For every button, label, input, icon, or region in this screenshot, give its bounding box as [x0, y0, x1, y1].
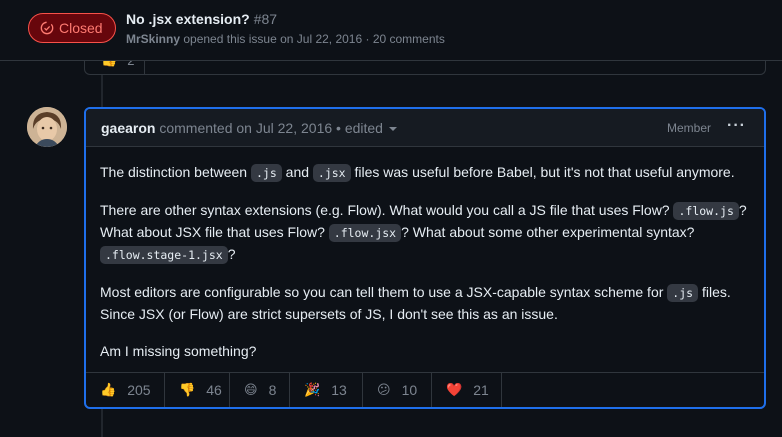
- avatar[interactable]: [27, 107, 67, 147]
- inline-code: .flow.js: [673, 202, 739, 220]
- issue-author-link[interactable]: MrSkinny: [126, 32, 180, 46]
- reaction-thumbs-up[interactable]: 👍 205: [86, 373, 165, 407]
- issue-opened-text: opened this issue on Jul 22, 2016 · 20 c…: [183, 32, 445, 46]
- inline-code: .js: [667, 284, 699, 302]
- reaction-heart[interactable]: ❤️ 21: [432, 373, 502, 407]
- inline-code: .js: [250, 164, 282, 182]
- issue-title: No .jsx extension? #87: [126, 11, 277, 27]
- comment-paragraph: Most editors are configurable so you can…: [100, 282, 750, 325]
- comment-timestamp[interactable]: commented on Jul 22, 2016: [159, 120, 332, 136]
- text: There are other syntax extensions (e.g. …: [100, 202, 674, 218]
- text: Most editors are configurable so you can…: [100, 284, 668, 300]
- comment-paragraph: The distinction between .js and .jsx fil…: [100, 162, 750, 184]
- reaction-confused[interactable]: 😕 10: [363, 373, 432, 407]
- more-options-icon[interactable]: ···: [727, 117, 746, 135]
- comment-box: gaearon commented on Jul 22, 2016 • edit…: [84, 107, 766, 409]
- reaction-count: 10: [401, 382, 418, 398]
- issue-state-label: Closed: [59, 20, 103, 36]
- reaction-count: 46: [206, 382, 222, 398]
- hooray-icon: 🎉: [304, 382, 321, 397]
- issue-state-badge: Closed: [28, 13, 116, 43]
- text: and: [281, 164, 313, 180]
- issue-meta: MrSkinny opened this issue on Jul 22, 20…: [126, 32, 445, 46]
- inline-code: .jsx: [312, 164, 351, 182]
- thumbs-up-icon: 👍: [100, 382, 117, 397]
- confused-icon: 😕: [377, 382, 391, 397]
- user-avatar-icon: [27, 107, 67, 147]
- text: ?: [227, 246, 236, 262]
- reaction-count: 13: [331, 382, 347, 398]
- text: The distinction between: [100, 164, 251, 180]
- sticky-issue-header: Closed No .jsx extension? #87 MrSkinny op…: [0, 0, 782, 61]
- reaction-hooray[interactable]: 🎉 13: [290, 373, 363, 407]
- issue-title-text: No .jsx extension?: [126, 11, 250, 27]
- text: files was useful before Babel, but it's …: [350, 164, 735, 180]
- reactions-bar: 👍 205 👎 46 😄 8 🎉 13 😕 10 ❤️ 21: [86, 372, 764, 407]
- chevron-down-icon: [388, 127, 397, 132]
- inline-code: .flow.stage-1.jsx: [100, 246, 228, 264]
- inline-code: .flow.jsx: [328, 224, 402, 242]
- comment-author-link[interactable]: gaearon: [101, 120, 155, 136]
- edited-label: • edited: [336, 120, 383, 136]
- issue-closed-icon: [40, 21, 54, 35]
- reaction-count: 8: [268, 382, 277, 398]
- reaction-count: 205: [127, 382, 151, 398]
- comment-body: The distinction between .js and .jsx fil…: [86, 147, 764, 362]
- reaction-thumbs-down[interactable]: 👎 46: [165, 373, 230, 407]
- comment-header: gaearon commented on Jul 22, 2016 • edit…: [86, 109, 764, 147]
- comment-paragraph: There are other syntax extensions (e.g. …: [100, 200, 750, 266]
- comment-paragraph: Am I missing something?: [100, 341, 750, 362]
- comment-header-text: gaearon commented on Jul 22, 2016 • edit…: [101, 120, 397, 136]
- edited-dropdown[interactable]: • edited: [336, 120, 397, 136]
- member-badge: Member: [667, 121, 712, 135]
- heart-icon: ❤️: [446, 382, 463, 397]
- reaction-laugh[interactable]: 😄 8: [230, 373, 290, 407]
- issue-number: #87: [253, 11, 278, 27]
- reaction-count: 21: [473, 382, 489, 398]
- text: ? What about some other experimental syn…: [401, 224, 695, 240]
- laugh-icon: 😄: [244, 382, 258, 397]
- thumbs-down-icon: 👎: [179, 382, 196, 397]
- text: Am I missing something?: [100, 343, 257, 359]
